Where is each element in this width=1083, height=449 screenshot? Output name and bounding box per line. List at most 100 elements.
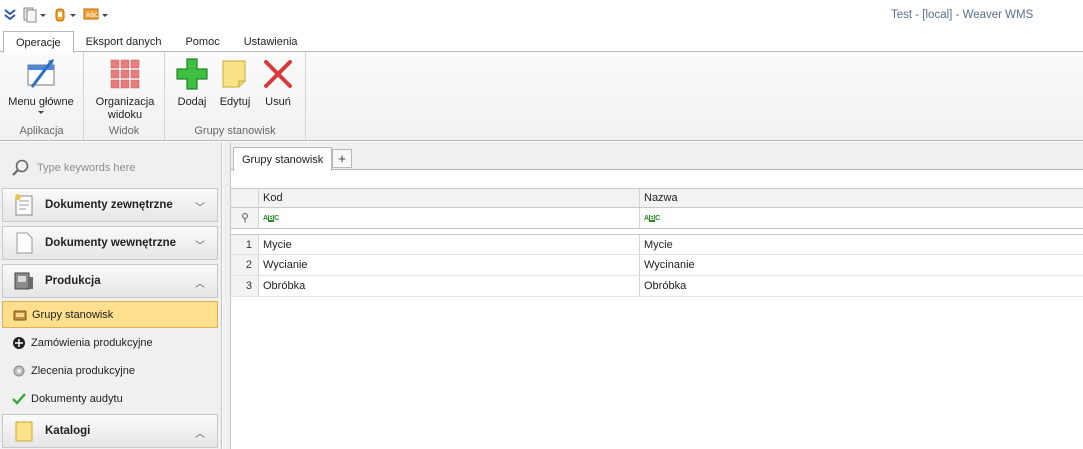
chevron-down-icon: ﹀ bbox=[195, 241, 205, 252]
chevron-down-icon bbox=[70, 13, 76, 17]
edit-icon bbox=[217, 56, 253, 92]
quick-access-toolbar: ABC bbox=[2, 6, 110, 24]
pin-icon bbox=[231, 208, 259, 228]
sidebar-search[interactable]: Type keywords here bbox=[10, 158, 135, 178]
cell-kod[interactable]: Obróbka bbox=[259, 276, 640, 296]
sidebar-item-label: Grupy stanowisk bbox=[32, 308, 114, 321]
tab-pomoc[interactable]: Pomoc bbox=[173, 31, 231, 52]
edit-button[interactable]: Edytuj bbox=[215, 56, 255, 109]
spellcheck-dropdown-button[interactable]: ABC bbox=[81, 6, 110, 24]
quick-access-menu-button[interactable] bbox=[2, 6, 18, 24]
spellcheck-abc-icon: ABC bbox=[83, 8, 99, 20]
tab-ustawienia[interactable]: Ustawienia bbox=[232, 31, 310, 52]
sidebar-item-dokumenty-audytu[interactable]: Dokumenty audytu bbox=[2, 385, 218, 412]
external-documents-icon bbox=[13, 193, 35, 217]
view-layout-button[interactable]: Organizacja widoku bbox=[90, 56, 160, 122]
abc-glyph: ABC bbox=[86, 12, 98, 19]
sidebar-group-label: Katalogi bbox=[45, 425, 91, 437]
sidebar-item-label: Zlecenia produkcyjne bbox=[31, 364, 135, 377]
sidebar-group-dokumenty-wewnetrzne[interactable]: Dokumenty wewnętrzne ﹀ bbox=[2, 226, 218, 260]
filter-cell-nazwa[interactable]: ABC bbox=[640, 208, 1083, 228]
checkmark-icon bbox=[11, 391, 27, 407]
production-icon bbox=[13, 269, 35, 293]
add-tab-button[interactable]: + bbox=[332, 149, 352, 168]
ribbon-group-widok: Organizacja widoku Widok bbox=[84, 52, 165, 140]
chevron-down-icon bbox=[38, 111, 44, 114]
ribbon-tab-strip: Operacje Eksport danych Pomoc Ustawienia bbox=[0, 30, 1083, 53]
delete-icon bbox=[260, 56, 296, 92]
cell-nazwa[interactable]: Mycie bbox=[640, 235, 1083, 254]
main-menu-icon bbox=[23, 56, 59, 92]
ribbon-group-title: Grupy stanowisk bbox=[194, 125, 276, 137]
sidebar-item-zamowienia-produkcyjne[interactable]: Zamówienia produkcyjne bbox=[2, 329, 218, 356]
table-row[interactable]: 1 Mycie Mycie bbox=[231, 234, 1083, 255]
navigation-sidebar: Type keywords here Dokumenty zewnętrzne … bbox=[0, 142, 222, 449]
document-dropdown-button[interactable] bbox=[21, 6, 48, 24]
row-number: 3 bbox=[231, 276, 259, 296]
tab-grupy-stanowisk[interactable]: Grupy stanowisk bbox=[233, 147, 333, 171]
table-row[interactable]: 2 Wycianie Wycinanie bbox=[231, 255, 1083, 276]
row-indicator-header bbox=[231, 189, 259, 207]
workstation-groups-icon bbox=[12, 307, 28, 323]
chevrons-down-icon bbox=[4, 9, 16, 21]
grid-header-row: Kod Nazwa bbox=[231, 188, 1083, 208]
cell-kod[interactable]: Mycie bbox=[259, 235, 640, 254]
text-filter-icon: ABC bbox=[644, 214, 660, 222]
tab-operacje[interactable]: Operacje bbox=[3, 31, 74, 53]
row-number: 2 bbox=[231, 255, 259, 275]
title-bar: ABC Test - [local] - Weaver WMS bbox=[0, 0, 1083, 30]
search-placeholder: Type keywords here bbox=[37, 162, 136, 174]
edit-label: Edytuj bbox=[219, 96, 251, 108]
chevron-down-icon bbox=[40, 13, 46, 17]
table-row[interactable]: 3 Obróbka Obróbka bbox=[231, 276, 1083, 297]
hand-dropdown-button[interactable] bbox=[51, 6, 78, 24]
sidebar-group-dokumenty-zewnetrzne[interactable]: Dokumenty zewnętrzne ﹀ bbox=[2, 188, 218, 222]
sidebar-splitter[interactable] bbox=[223, 142, 231, 449]
chevron-down-icon bbox=[102, 13, 108, 17]
row-number: 1 bbox=[231, 235, 259, 254]
document-area: Grupy stanowisk + Kod Nazwa ABC ABC 1 My… bbox=[231, 142, 1083, 449]
view-layout-label-line2: widoku bbox=[107, 109, 143, 121]
delete-label: Usuń bbox=[265, 96, 291, 108]
tab-eksport-danych[interactable]: Eksport danych bbox=[74, 31, 174, 52]
add-button[interactable]: Dodaj bbox=[173, 56, 211, 109]
main-menu-label: Menu główne bbox=[8, 96, 74, 108]
sidebar-item-zlecenia-produkcyjne[interactable]: Zlecenia produkcyjne bbox=[2, 357, 218, 384]
sidebar-item-grupy-stanowisk[interactable]: Grupy stanowisk bbox=[2, 301, 218, 328]
cell-nazwa[interactable]: Wycinanie bbox=[640, 255, 1083, 275]
add-icon bbox=[174, 56, 210, 92]
ribbon-group-aplikacja: Menu główne Aplikacja bbox=[0, 52, 84, 140]
text-filter-icon: ABC bbox=[263, 214, 279, 222]
cell-nazwa[interactable]: Obróbka bbox=[640, 276, 1083, 296]
gear-icon bbox=[11, 363, 27, 379]
hand-icon bbox=[55, 8, 65, 22]
sidebar-group-label: Dokumenty wewnętrzne bbox=[45, 237, 176, 249]
sidebar-item-label: Dokumenty audytu bbox=[31, 392, 123, 405]
main-menu-button[interactable]: Menu główne bbox=[4, 56, 78, 114]
sidebar-group-katalogi[interactable]: Katalogi ︿ bbox=[2, 414, 218, 448]
ribbon-group-grupy-stanowisk: Dodaj Edytuj Usuń Grupy stanowisk bbox=[165, 52, 306, 140]
search-icon bbox=[12, 159, 29, 176]
grid-layout-icon bbox=[107, 56, 143, 92]
filter-cell-kod[interactable]: ABC bbox=[259, 208, 640, 228]
column-header-kod[interactable]: Kod bbox=[259, 189, 640, 207]
ribbon-group-title: Widok bbox=[108, 125, 140, 137]
ribbon-panel: Menu główne Aplikacja Organizacja widoku… bbox=[0, 52, 1083, 141]
production-orders-icon bbox=[11, 335, 27, 351]
sidebar-group-label: Dokumenty zewnętrzne bbox=[45, 199, 173, 211]
chevron-up-icon: ︿ bbox=[195, 279, 205, 290]
grid-filter-row: ABC ABC bbox=[231, 208, 1083, 229]
add-label: Dodaj bbox=[177, 96, 207, 108]
view-layout-label-line1: Organizacja bbox=[95, 96, 155, 108]
catalogs-icon bbox=[13, 419, 35, 443]
ribbon-group-title: Aplikacja bbox=[19, 125, 64, 137]
window-title: Test - [local] - Weaver WMS bbox=[891, 9, 1034, 21]
sidebar-group-label: Produkcja bbox=[45, 275, 101, 287]
cell-kod[interactable]: Wycianie bbox=[259, 255, 640, 275]
chevron-up-icon: ︿ bbox=[195, 429, 205, 440]
sidebar-group-produkcja[interactable]: Produkcja ︿ bbox=[2, 264, 218, 298]
column-header-nazwa[interactable]: Nazwa bbox=[640, 189, 1083, 207]
delete-button[interactable]: Usuń bbox=[259, 56, 297, 109]
chevron-down-icon: ﹀ bbox=[195, 203, 205, 214]
document-tab-strip: Grupy stanowisk + bbox=[231, 142, 1083, 171]
